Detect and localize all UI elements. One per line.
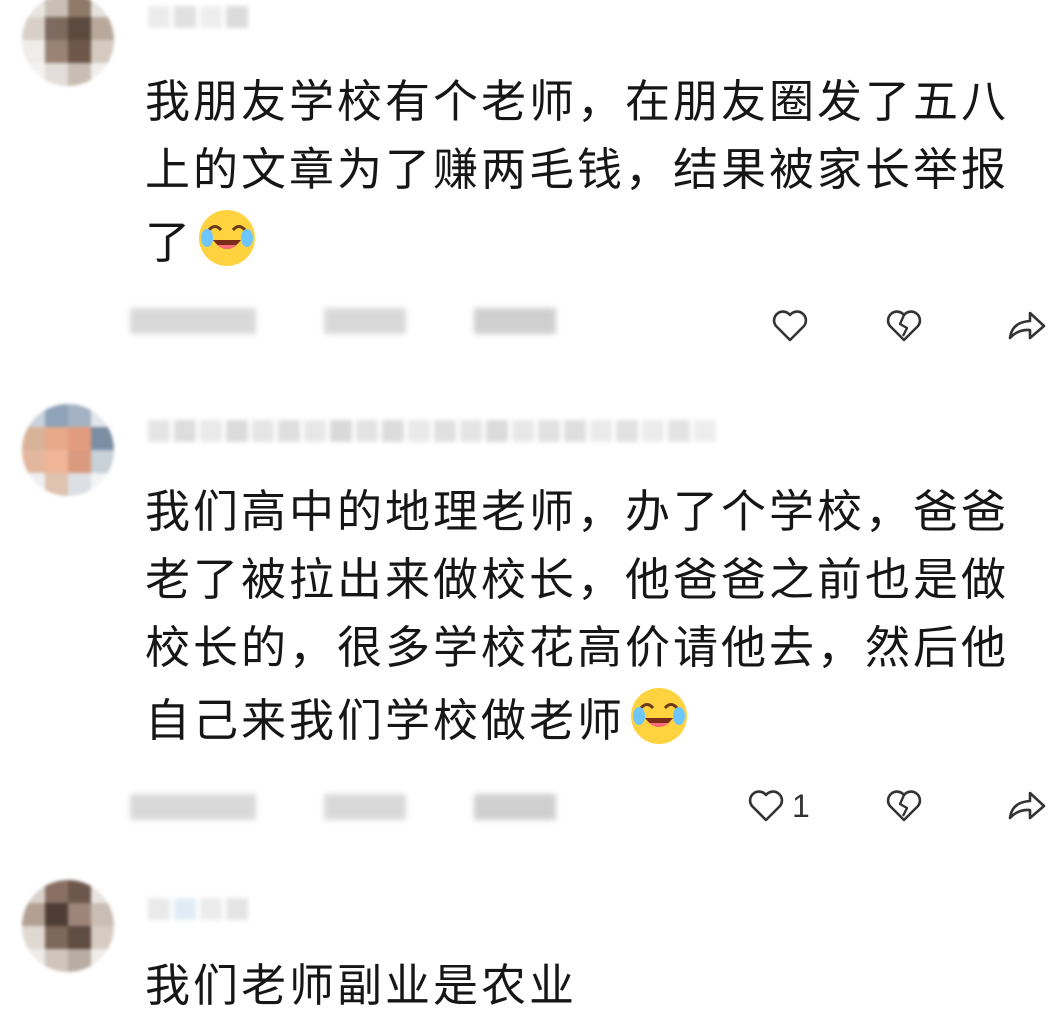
comment-body: 我朋友学校有个老师，在朋友圈发了五八上的文章为了赚两毛钱，结果被家长举报了 [145, 75, 1010, 269]
dislike-button[interactable] [884, 304, 924, 348]
comment-text: 我们高中的地理老师，办了个学校，爸爸老了被拉出来做校长，他爸爸之前也是做校长的，… [145, 478, 1045, 755]
avatar[interactable] [22, 880, 114, 972]
comment-text: 我们老师副业是农业 [145, 952, 1045, 1020]
comment-actions: 1 [740, 784, 1060, 828]
share-arrow-icon [1008, 791, 1046, 820]
dislike-button[interactable] [884, 784, 924, 828]
share-button[interactable] [1004, 784, 1048, 828]
share-button[interactable] [1004, 304, 1048, 348]
avatar[interactable] [22, 0, 114, 86]
comment-body: 我们老师副业是农业 [145, 959, 578, 1012]
comment-meta-blurred [130, 308, 556, 334]
crying-laughing-emoji [631, 688, 688, 744]
username-blurred[interactable] [148, 898, 248, 920]
comment-meta-blurred [130, 794, 556, 820]
comment-body: 我们高中的地理老师，办了个学校，爸爸老了被拉出来做校长，他爸爸之前也是做校长的，… [145, 485, 1010, 747]
broken-heart-icon [886, 790, 922, 822]
like-count: 1 [792, 787, 810, 824]
username-blurred[interactable] [148, 6, 248, 28]
comment-actions [740, 304, 1060, 348]
crying-laughing-emoji [199, 210, 256, 266]
comment-text: 我朋友学校有个老师，在朋友圈发了五八上的文章为了赚两毛钱，结果被家长举报了 [145, 68, 1045, 277]
username-blurred[interactable] [148, 420, 716, 442]
share-arrow-icon [1008, 311, 1046, 340]
avatar[interactable] [22, 404, 114, 496]
like-button[interactable]: 1 [746, 784, 810, 828]
broken-heart-icon [886, 310, 922, 342]
like-button[interactable] [770, 304, 816, 348]
heart-outline-icon [748, 790, 784, 822]
heart-outline-icon [772, 310, 808, 342]
